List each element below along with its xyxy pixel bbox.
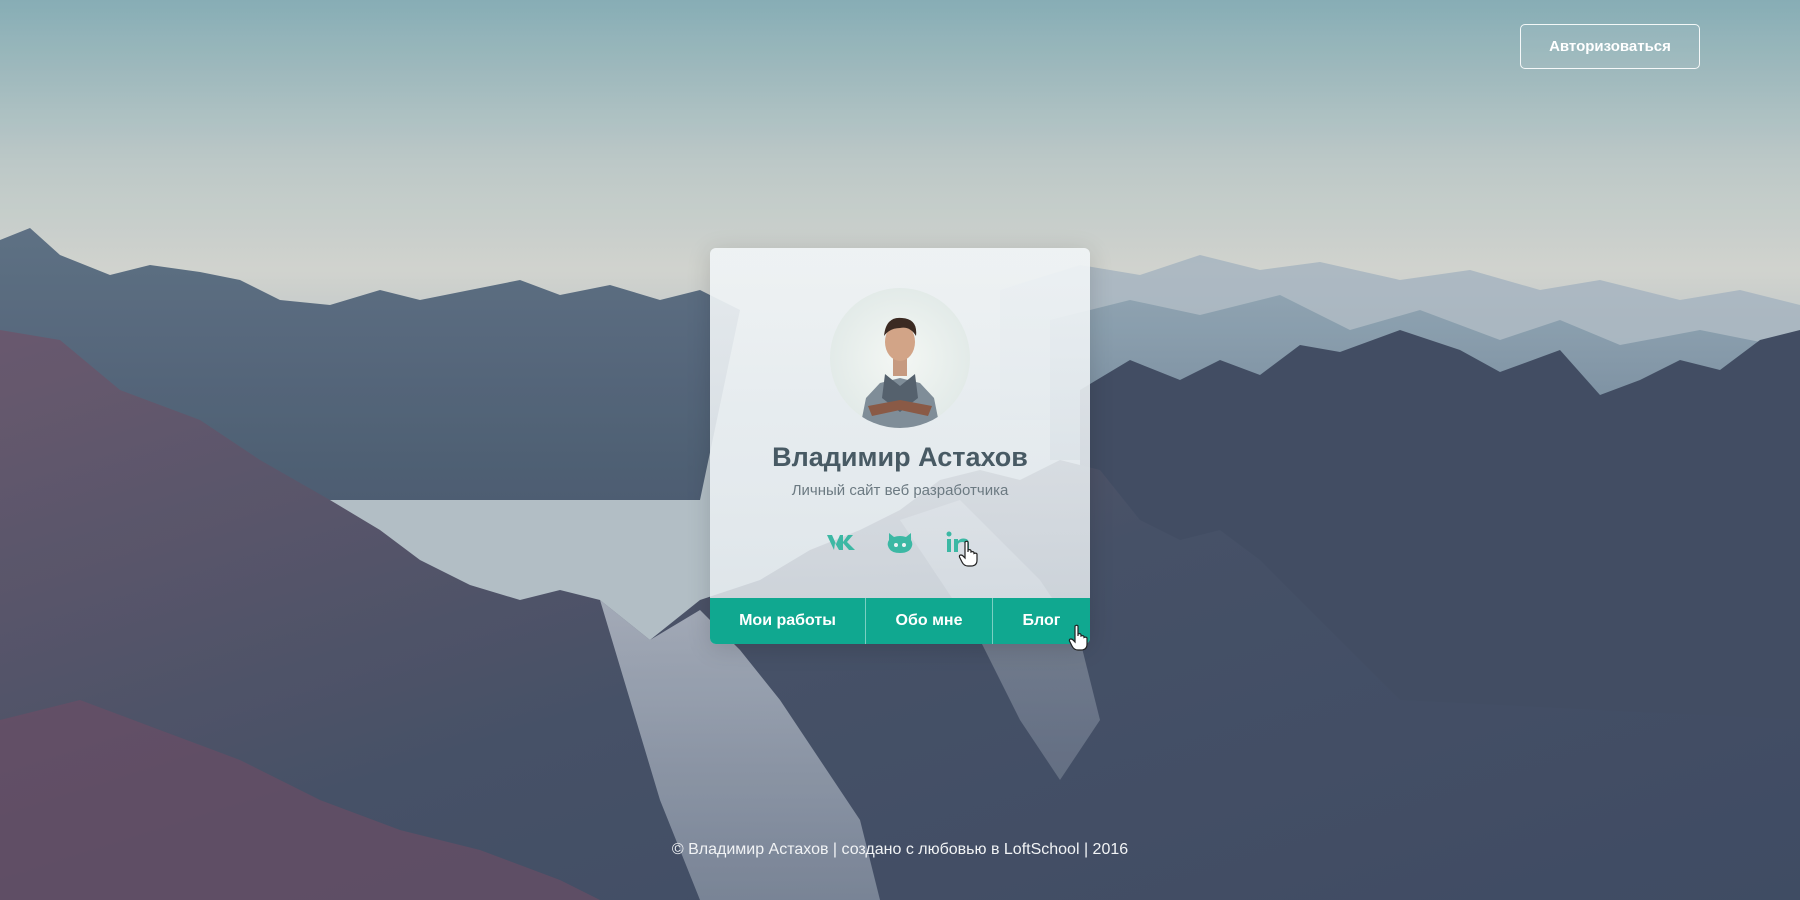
linkedin-icon[interactable] xyxy=(941,525,975,559)
nav-item-blog[interactable]: Блог xyxy=(993,598,1090,644)
avatar xyxy=(830,288,970,428)
social-links xyxy=(710,522,1090,562)
nav-item-about[interactable]: Обо мне xyxy=(866,598,993,644)
auth-button[interactable]: Авторизоваться xyxy=(1520,24,1700,69)
footer-copyright: © Владимир Астахов | создано с любовью в… xyxy=(671,841,1129,858)
profile-card: Владимир Астахов Личный сайт веб разрабо… xyxy=(710,248,1090,644)
vk-icon[interactable] xyxy=(825,525,859,559)
github-icon[interactable] xyxy=(883,525,917,559)
profile-subtitle: Личный сайт веб разработчика xyxy=(791,482,1009,499)
main-nav: Мои работы Обо мне Блог xyxy=(710,598,1090,644)
nav-item-works[interactable]: Мои работы xyxy=(710,598,866,644)
avatar-photo xyxy=(830,288,970,428)
profile-name: Владимир Астахов xyxy=(772,442,1028,472)
